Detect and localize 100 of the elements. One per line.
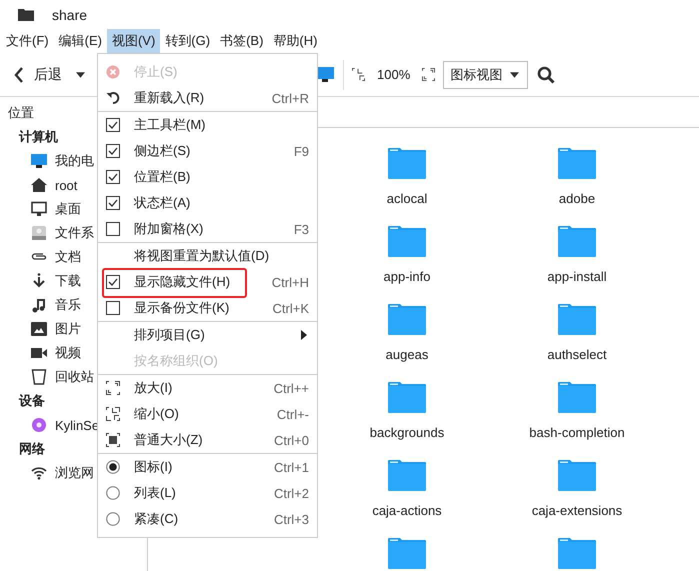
menu-item[interactable]: 附加窗格(X) F3	[98, 216, 317, 242]
shortcut-text: Ctrl+3	[274, 512, 309, 526]
radio-button[interactable]	[106, 512, 120, 526]
search-icon[interactable]	[537, 66, 556, 84]
trash-icon	[31, 369, 47, 385]
menu-item[interactable]: 排列项目(G)	[98, 322, 317, 348]
house-icon	[31, 177, 47, 193]
folder-icon[interactable]	[387, 537, 427, 569]
sidebar-item[interactable]: 下载	[55, 272, 81, 290]
sidebar-item[interactable]: KylinSe	[55, 418, 100, 432]
submenu-arrow-icon	[301, 330, 307, 340]
checkbox[interactable]	[106, 196, 120, 210]
stop-icon	[106, 65, 120, 79]
reload-icon	[106, 91, 120, 105]
menu-item[interactable]: 显示隐藏文件(H) Ctrl+H	[98, 269, 317, 295]
menu-item[interactable]: 紧凑(C) Ctrl+3	[98, 506, 317, 532]
file-name: caja-actions	[372, 503, 442, 518]
sidebar-item[interactable]: 回收站	[55, 368, 94, 386]
checkbox[interactable]	[106, 301, 120, 315]
menu-item[interactable]: 重新载入(R) Ctrl+R	[98, 85, 317, 111]
drive-icon	[31, 225, 47, 241]
file-name: authselect	[547, 347, 607, 362]
zoom-out-icon	[106, 407, 120, 421]
sidebar-heading: 网络	[18, 440, 45, 458]
menu-item[interactable]: 转到(G)	[160, 29, 216, 53]
file-name: adobe	[558, 191, 596, 206]
window-title: share	[52, 6, 88, 22]
shortcut-text: F9	[294, 144, 309, 158]
file-name: app-install	[547, 269, 607, 284]
checkbox[interactable]	[106, 144, 120, 158]
menu-item[interactable]: 放大(I) Ctrl++	[98, 375, 317, 401]
menu-item[interactable]: 将视图重置为默认值(D)	[98, 243, 317, 269]
checkbox[interactable]	[106, 170, 120, 184]
normal-size-icon	[106, 433, 120, 447]
chevron-left-icon	[14, 66, 24, 82]
folder-icon[interactable]	[387, 303, 427, 335]
sidebar-item[interactable]: 浏览网	[55, 464, 94, 482]
sidebar-item[interactable]: 文件系	[55, 224, 94, 242]
folder-icon[interactable]	[557, 147, 597, 179]
zoom-level: 100%	[377, 67, 410, 82]
menu-item[interactable]: 书签(B)	[215, 29, 268, 53]
sidebar-item[interactable]: 图片	[55, 320, 81, 338]
video-camera-icon	[31, 345, 47, 361]
view-mode-dropdown[interactable]: 图标视图	[443, 60, 528, 88]
sidebar-item[interactable]: 文档	[55, 248, 81, 266]
back-button[interactable]: 后退	[10, 62, 66, 88]
sidebar-item[interactable]: 我的电	[55, 152, 94, 170]
file-name: bash-completion	[529, 425, 625, 440]
menu-item[interactable]: 图标(I) Ctrl+1	[98, 454, 317, 480]
folder-icon[interactable]	[387, 381, 427, 413]
monitor-icon	[31, 201, 47, 217]
file-name: backgrounds	[370, 425, 444, 440]
folder-icon	[18, 8, 34, 21]
sidebar-title: 位置	[7, 104, 34, 122]
shortcut-text: Ctrl+K	[272, 300, 309, 316]
folder-icon[interactable]	[557, 537, 597, 569]
wifi-icon	[31, 465, 47, 481]
folder-icon[interactable]	[557, 225, 597, 257]
menu-item[interactable]: 帮助(H)	[268, 29, 322, 53]
shortcut-text: Ctrl+R	[272, 90, 309, 106]
shortcut-text: Ctrl+2	[274, 486, 309, 500]
zoom-out-icon[interactable]	[352, 68, 365, 81]
menu-item[interactable]: 编辑(E)	[54, 29, 107, 53]
shortcut-text: Ctrl+-	[276, 406, 309, 422]
menu-item[interactable]: 显示备份文件(K) Ctrl+K	[98, 295, 317, 321]
sidebar-item[interactable]: 桌面	[55, 200, 81, 218]
file-name: caja-extensions	[532, 503, 622, 518]
menu-item[interactable]: 主工具栏(M)	[98, 112, 317, 138]
folder-icon[interactable]	[557, 459, 597, 491]
menu-item[interactable]: 列表(L) Ctrl+2	[98, 480, 317, 506]
menu-item[interactable]: 普通大小(Z) Ctrl+0	[98, 427, 317, 453]
menu-item[interactable]: 状态栏(A)	[98, 190, 317, 216]
radio-button[interactable]	[106, 486, 120, 500]
folder-icon[interactable]	[387, 225, 427, 257]
caret-icon[interactable]	[76, 72, 85, 78]
folder-icon[interactable]	[557, 303, 597, 335]
folder-icon[interactable]	[387, 147, 427, 179]
zoom-in-icon[interactable]	[422, 68, 436, 81]
sidebar-heading: 计算机	[18, 128, 58, 146]
shortcut-text: Ctrl++	[274, 380, 309, 396]
folder-icon[interactable]	[557, 381, 597, 413]
menu-item[interactable]: 视图(V)	[106, 29, 160, 53]
caret-icon	[510, 72, 520, 78]
menu-item[interactable]: 缩小(O) Ctrl+-	[98, 401, 317, 427]
sidebar-heading: 设备	[18, 392, 45, 410]
radio-button[interactable]	[106, 460, 120, 474]
checkbox[interactable]	[106, 222, 120, 236]
menu-item[interactable]: 侧边栏(S) F9	[98, 138, 317, 164]
sidebar-item[interactable]: root	[55, 178, 78, 192]
sidebar-item[interactable]: 视频	[55, 344, 81, 362]
folder-icon[interactable]	[387, 459, 427, 491]
sidebar-item[interactable]: 音乐	[55, 296, 81, 314]
shortcut-text: Ctrl+0	[274, 432, 309, 448]
menu-item[interactable]: 文件(F)	[1, 29, 54, 53]
image-icon	[31, 321, 47, 337]
checkbox[interactable]	[106, 118, 120, 132]
shortcut-text: Ctrl+1	[274, 460, 309, 474]
menu-item[interactable]: 位置栏(B)	[98, 164, 317, 190]
checkbox[interactable]	[106, 275, 120, 289]
shortcut-text: Ctrl+H	[272, 274, 309, 290]
